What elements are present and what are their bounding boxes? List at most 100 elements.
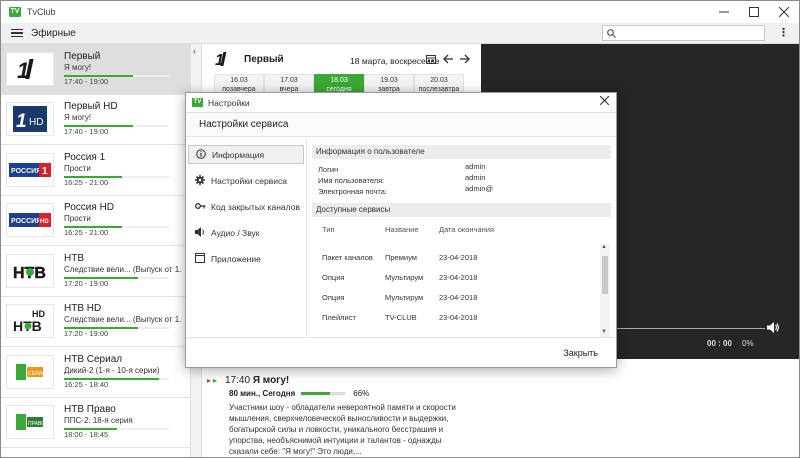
channel-progress bbox=[64, 175, 169, 178]
settings-nav: Информация Настройки сервиса Код закрытых … bbox=[186, 138, 307, 337]
search-input[interactable] bbox=[602, 25, 765, 41]
dialog-window-title: Настройки bbox=[208, 97, 250, 108]
service-date: 23-04-2018 bbox=[439, 313, 478, 322]
app-window: TV TvClub Эфирные ⋮ 1 Первый Я могу! 17:40 … bbox=[0, 0, 800, 458]
svg-text:HD: HD bbox=[32, 309, 45, 319]
minimize-button[interactable] bbox=[709, 1, 739, 23]
settings-nav-item[interactable]: Приложение bbox=[188, 249, 304, 268]
services-header-type: Тип bbox=[322, 225, 335, 234]
key-icon bbox=[194, 201, 206, 213]
play-arrow-icon: ▸ bbox=[207, 376, 212, 385]
channel-item[interactable]: 1 Первый Я могу! 17:40 - 19:00 bbox=[1, 44, 190, 95]
channel-list: 1 Первый Я могу! 17:40 - 19:00 1 HD Первый HD Я… bbox=[1, 44, 190, 457]
channel-item[interactable]: НТВНТВСледствие вели... (Выпуск от 1...1… bbox=[1, 246, 190, 297]
service-row: Плейлист TV-CLUB 23-04-2018 bbox=[308, 305, 615, 325]
current-program-title: Я могу! bbox=[252, 375, 290, 386]
settings-nav-item[interactable]: Аудио / Звук bbox=[188, 223, 304, 242]
channel-time: 17:20 - 19:00 bbox=[64, 329, 109, 339]
arrow-left-icon[interactable] bbox=[443, 54, 453, 67]
channel-progress bbox=[64, 377, 169, 380]
play-arrow-icon: ▸ bbox=[213, 376, 218, 385]
channel-name: НТВ bbox=[64, 252, 84, 264]
services-title: Доступные сервисы bbox=[312, 203, 611, 217]
user-info-title: Информация о пользователе bbox=[312, 145, 611, 159]
settings-nav-label: Приложение bbox=[211, 253, 261, 264]
volume-icon[interactable] bbox=[767, 322, 779, 336]
russia1-logo: РОССИЯ 1 bbox=[6, 152, 54, 187]
svg-text:ПРАВО: ПРАВО bbox=[28, 421, 45, 427]
channel-name: НТВ HD bbox=[64, 303, 102, 315]
day-tab[interactable]: 16.03 позавчера bbox=[214, 74, 264, 94]
channel-item[interactable]: РОССИЯ HD Россия HD Прости 16:25 - 21:00 bbox=[1, 196, 190, 246]
service-name: TV-CLUB bbox=[385, 313, 417, 322]
service-name: Премиум bbox=[385, 253, 417, 262]
hamburger-menu-icon[interactable] bbox=[11, 28, 23, 38]
settings-content: Информация о пользователе Логин admin Имя … bbox=[308, 138, 615, 337]
russiahd-logo: РОССИЯ HD bbox=[6, 203, 54, 238]
settings-nav-item[interactable]: Код закрытых каналов bbox=[188, 197, 304, 216]
channel-program: Прости bbox=[64, 163, 91, 173]
close-dialog-button[interactable]: Закрыть bbox=[563, 348, 598, 358]
svg-text:1: 1 bbox=[42, 166, 48, 177]
scrollbar-thumb[interactable] bbox=[602, 256, 608, 294]
scroll-down-icon[interactable]: ▼ bbox=[601, 329, 607, 335]
user-info-key: Электронная почта: bbox=[318, 187, 388, 196]
maximize-button[interactable] bbox=[739, 1, 769, 23]
settings-nav-label: Информация bbox=[212, 149, 265, 160]
dialog-close-icon[interactable] bbox=[599, 95, 610, 108]
day-date: 18.03 bbox=[330, 77, 348, 84]
channel-item[interactable]: РОССИЯ 1 Россия 1 Прости 16:25 - 21:00 bbox=[1, 145, 190, 196]
dialog-footer: Закрыть bbox=[186, 337, 616, 367]
ntvpravo-logo: ПРАВО bbox=[6, 405, 54, 440]
current-program[interactable]: ▸ ▸ 17:40 Я могу! 80 мин., Сегодня 66% У… bbox=[207, 375, 477, 457]
ch1-logo: 1 bbox=[6, 51, 54, 86]
channel-progress bbox=[64, 74, 169, 77]
user-info-value: admin bbox=[465, 173, 486, 182]
services-scrollbar[interactable]: ▲ ▼ bbox=[600, 244, 610, 337]
channel-time: 16:25 - 21:00 bbox=[64, 228, 109, 238]
settings-nav-label: Аудио / Звук bbox=[211, 227, 260, 238]
channel-item[interactable]: ПРАВО НТВ Право ППС-2. 18-я серия 18:00 - 1… bbox=[1, 398, 190, 448]
player-below-area bbox=[481, 359, 799, 457]
chevron-left-icon[interactable]: ‹ bbox=[193, 46, 196, 56]
dialog-app-logo: TV bbox=[192, 98, 203, 107]
day-tab[interactable]: 19.03 завтра bbox=[364, 74, 414, 94]
close-button[interactable] bbox=[769, 1, 799, 23]
settings-nav-item[interactable]: Информация bbox=[188, 145, 304, 164]
service-type: Опция bbox=[322, 273, 345, 282]
service-date: 23-04-2018 bbox=[439, 273, 478, 282]
user-info-row: Электронная почта: admin@ bbox=[308, 184, 615, 198]
service-row: Пакет каналов Премиум 23-04-2018 bbox=[308, 245, 615, 265]
dialog-header: Настройки сервиса bbox=[186, 113, 616, 137]
channel-item[interactable]: СЕРИАЛ НТВ СериалДикий-2 (1-я - 10-я сери… bbox=[1, 347, 190, 398]
channel-name: Россия HD bbox=[64, 202, 115, 214]
channel-item[interactable]: 1 HD Первый HD Я могу! 17:40 - 19:00 bbox=[1, 95, 190, 145]
channel-name: Россия 1 bbox=[64, 151, 106, 163]
seek-bar[interactable] bbox=[615, 328, 765, 329]
current-program-description: Участники шоу - обладатели невероятной п… bbox=[229, 403, 456, 456]
day-tab[interactable]: 20.03 послезавтра bbox=[414, 74, 464, 94]
speaker-icon bbox=[194, 226, 206, 239]
settings-nav-item[interactable]: Настройки сервиса bbox=[188, 171, 304, 190]
window-title: TvClub bbox=[27, 7, 56, 17]
user-info-key: Имя пользователя: bbox=[318, 176, 385, 185]
calendar-icon[interactable] bbox=[426, 54, 436, 67]
service-name: Мультирум bbox=[385, 293, 424, 302]
user-info-row: Имя пользователя: admin bbox=[308, 173, 615, 187]
day-date: 19.03 bbox=[380, 77, 398, 84]
channel-time: 17:20 - 19:00 bbox=[64, 278, 109, 288]
day-tab[interactable]: 18.03 сегодня bbox=[314, 74, 364, 94]
channel-program: Прости bbox=[64, 214, 91, 224]
more-options-icon[interactable]: ⋮ bbox=[778, 26, 789, 39]
scroll-up-icon[interactable]: ▲ bbox=[601, 244, 607, 250]
service-date: 23-04-2018 bbox=[439, 293, 478, 302]
service-type: Плейлист bbox=[322, 313, 356, 322]
ntv-logo: НТВ bbox=[6, 253, 54, 288]
channel-progress bbox=[64, 327, 169, 330]
info-icon bbox=[195, 148, 207, 161]
day-tab[interactable]: 17.03 вчера bbox=[264, 74, 314, 94]
channel-item[interactable]: НТВHD НТВ HDСледствие вели... (Выпуск от … bbox=[1, 297, 190, 347]
channel-time: 17:40 - 19:00 bbox=[64, 127, 109, 137]
arrow-right-icon[interactable] bbox=[460, 54, 470, 67]
user-info-value: admin bbox=[465, 162, 486, 171]
